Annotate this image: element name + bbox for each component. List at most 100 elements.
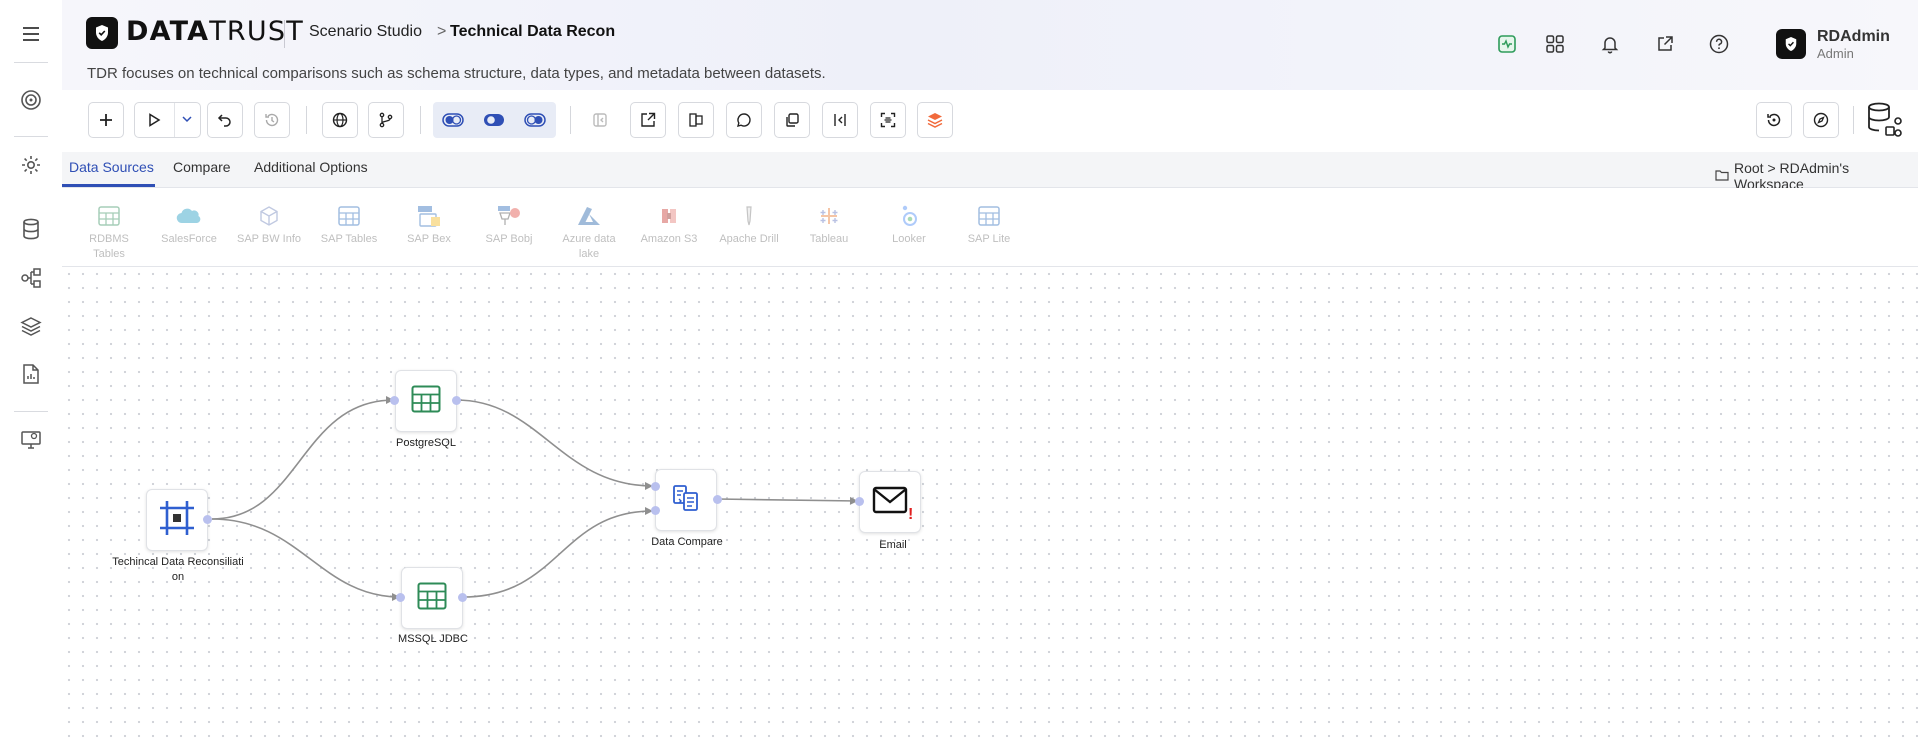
apps-grid-icon[interactable] (1543, 32, 1567, 56)
palette-item-label: SAP Lite (967, 233, 1011, 245)
palette-item-amazon-s3[interactable]: Amazon S3 (633, 203, 705, 247)
toggle-right-icon[interactable] (523, 110, 547, 135)
palette-item-sap-bobj[interactable]: SAP Bobj (473, 203, 545, 247)
help-icon[interactable] (1707, 32, 1731, 56)
node-input-handle[interactable] (396, 593, 405, 602)
toggle-center-icon[interactable] (482, 110, 506, 135)
node-output-handle[interactable] (452, 396, 461, 405)
table-icon (411, 385, 441, 418)
globe-button[interactable] (322, 102, 358, 138)
logo-shield-icon (86, 17, 118, 49)
node-output-handle[interactable] (203, 515, 212, 524)
palette-item-tableau[interactable]: Tableau (793, 203, 865, 247)
database-icon[interactable] (18, 216, 44, 242)
toolbar-divider (306, 106, 307, 134)
node-input-handle[interactable] (651, 482, 660, 491)
toolbar-divider (1853, 106, 1854, 134)
node-input-handle[interactable] (855, 497, 864, 506)
breadcrumb-separator: > (437, 23, 447, 40)
layers-icon[interactable] (18, 313, 44, 339)
node-label: Data Compare (651, 536, 723, 548)
user-name[interactable]: RDAdmin (1817, 28, 1890, 46)
fit-view-button[interactable] (870, 102, 906, 138)
breadcrumb-scenario-studio[interactable]: Scenario Studio (309, 23, 422, 41)
add-button[interactable] (88, 102, 124, 138)
collapse-panel-button[interactable] (582, 102, 618, 138)
node-postgresql[interactable] (395, 370, 457, 432)
history-button[interactable] (254, 102, 290, 138)
node-mssql-jdbc[interactable] (401, 567, 463, 629)
tab-data-sources[interactable]: Data Sources (69, 159, 154, 175)
apache-drill-icon (713, 203, 785, 229)
git-branch-button[interactable] (368, 102, 404, 138)
activity-icon[interactable] (1495, 32, 1519, 56)
node-label: Email (879, 539, 907, 551)
left-sidebar (0, 0, 63, 744)
header-divider (284, 20, 285, 48)
monitor-settings-icon[interactable] (18, 426, 44, 452)
palette-item-rdbms-tables[interactable]: RDBMS Tables (73, 203, 145, 262)
node-label: PostgreSQL (396, 437, 456, 449)
folder-icon (1715, 168, 1729, 184)
node-output-handle[interactable] (458, 593, 467, 602)
palette-item-sap-bex[interactable]: SAP Bex (393, 203, 465, 247)
sap-bex-icon (393, 203, 465, 229)
app-header: DATATRUST Scenario Studio > Technical Da… (62, 0, 1918, 90)
toolbar-divider (420, 106, 421, 134)
palette-item-label: SalesForce (161, 233, 217, 245)
salesforce-cloud-icon (153, 203, 225, 229)
palette-item-sap-lite[interactable]: SAP Lite (953, 203, 1025, 247)
node-label: Techincal Data Reconsiliati on (112, 556, 244, 583)
restore-button[interactable] (1756, 102, 1792, 138)
run-split-divider (174, 103, 175, 137)
node-email[interactable]: ! (859, 471, 921, 533)
data-sources-panel-icon[interactable] (1866, 100, 1906, 145)
palette-item-looker[interactable]: Looker (873, 203, 945, 247)
toggle-left-icon[interactable] (441, 110, 465, 135)
menu-icon[interactable] (18, 21, 44, 47)
palette-item-label: SAP Tables (320, 233, 378, 245)
tab-compare[interactable]: Compare (173, 159, 231, 175)
node-input-handle[interactable] (651, 506, 660, 515)
avatar[interactable] (1776, 29, 1806, 59)
node-data-compare[interactable] (655, 469, 717, 531)
external-link-icon[interactable] (1653, 32, 1677, 56)
swap-button[interactable] (678, 102, 714, 138)
stack-layers-button[interactable] (917, 102, 953, 138)
palette-item-label: Tableau (809, 233, 849, 245)
compare-documents-icon (671, 483, 701, 518)
warning-icon: ! (908, 506, 914, 523)
sap-bobj-icon (473, 203, 545, 229)
chevron-down-icon[interactable] (180, 112, 194, 131)
node-technical-data-reconciliation[interactable] (146, 489, 208, 551)
compass-button[interactable] (1803, 102, 1839, 138)
gear-icon[interactable] (18, 152, 44, 178)
sidebar-divider (14, 411, 48, 412)
palette-item-label: Amazon S3 (640, 233, 698, 245)
bell-icon[interactable] (1598, 32, 1622, 56)
palette-item-salesforce[interactable]: SalesForce (153, 203, 225, 247)
workflow-canvas[interactable] (62, 267, 1918, 744)
node-input-handle[interactable] (390, 396, 399, 405)
user-role: Admin (1817, 46, 1854, 61)
palette-item-apache-drill[interactable]: Apache Drill (713, 203, 785, 247)
target-icon[interactable] (18, 87, 44, 113)
palette-item-label: Looker (892, 233, 926, 245)
undo-button[interactable] (207, 102, 243, 138)
palette-item-azure-data-lake[interactable]: Azure data lake (553, 203, 625, 262)
tab-additional-options[interactable]: Additional Options (254, 159, 368, 175)
palette-item-sap-bw-info[interactable]: SAP BW Info (233, 203, 305, 247)
node-label: MSSQL JDBC (398, 633, 468, 645)
node-output-handle[interactable] (713, 495, 722, 504)
toolbar-divider (570, 106, 571, 134)
sidebar-divider (14, 136, 48, 137)
duplicate-button[interactable] (774, 102, 810, 138)
palette-item-sap-tables[interactable]: SAP Tables (313, 203, 385, 247)
report-icon[interactable] (18, 361, 44, 387)
workflow-icon[interactable] (18, 265, 44, 291)
split-button[interactable] (822, 102, 858, 138)
comment-button[interactable] (726, 102, 762, 138)
palette-item-label: RDBMS Tables (89, 233, 129, 260)
export-button[interactable] (630, 102, 666, 138)
envelope-icon (872, 485, 908, 520)
